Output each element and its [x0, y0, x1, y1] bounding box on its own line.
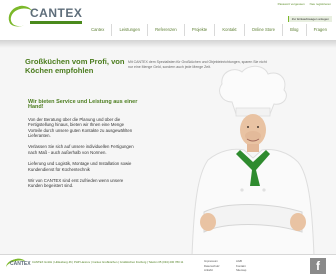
footer-link[interactable]: Anfahrt	[204, 269, 232, 273]
facebook-icon[interactable]: f	[310, 258, 326, 274]
nav-item-blog[interactable]: Blog	[282, 24, 306, 36]
nav-item-fragen[interactable]: Fragen	[305, 24, 334, 36]
nav-item-kontakt[interactable]: Kontakt	[214, 24, 243, 36]
page-title: Großküchen vom Profi, von Köchen empfohl…	[25, 57, 125, 75]
login-button[interactable]: Zur Einkaufswagen anlegen	[287, 16, 332, 22]
footer-links: Impressum AGB Datenschutz Kontakt Anfahr…	[204, 259, 264, 273]
footer-link[interactable]: Sitemap	[236, 269, 264, 273]
nav-item-leistungen[interactable]: Leistungen	[111, 24, 147, 36]
footer-logo[interactable]: CANTEX	[10, 261, 31, 267]
main-content: Wir bieten Service und Leistung aus eine…	[28, 99, 138, 195]
header-shadow	[0, 40, 336, 48]
register-link[interactable]: Neu registrieren	[310, 2, 331, 6]
account-links: Passwort vergessen Neu registrieren	[278, 2, 331, 6]
footer: CANTEX CANTEX GmbH | Hildesberg 46 | PHP…	[0, 254, 336, 280]
content-paragraph: Von der Beratung über die Planung und üb…	[28, 116, 133, 139]
content-subhead: Wir bieten Service und Leistung aus eine…	[28, 99, 138, 111]
chef-image	[191, 65, 315, 256]
logo-text: CANTEX	[30, 6, 83, 20]
cantex-logo[interactable]: CANTEX	[5, 2, 86, 30]
nav-item-referenzen[interactable]: Referenzen	[147, 24, 184, 36]
content-paragraph: Wir von CANTEX sind erst zufrieden wenn …	[28, 178, 124, 189]
nav-item-projekte[interactable]: Projekte	[183, 24, 215, 36]
nav-item-cantex[interactable]: Cantex	[84, 24, 111, 36]
forgot-password-link[interactable]: Passwort vergessen	[278, 2, 305, 6]
header: CANTEX Passwort vergessen Neu registrier…	[0, 0, 336, 44]
page: CANTEX Passwort vergessen Neu registrier…	[0, 0, 336, 280]
footer-address: CANTEX GmbH | Hildesberg 46 | PHP Hannov…	[32, 260, 184, 264]
nav-item-online-store[interactable]: Online Store	[243, 24, 282, 36]
logo-underline	[30, 21, 82, 24]
content-paragraph: Verlassen Sie sich auf unsere individuel…	[28, 144, 134, 155]
content-paragraph: Lieferung und Logistik, Montage und Inst…	[28, 161, 132, 172]
main-nav: Cantex Leistungen Referenzen Projekte Ko…	[84, 24, 334, 36]
